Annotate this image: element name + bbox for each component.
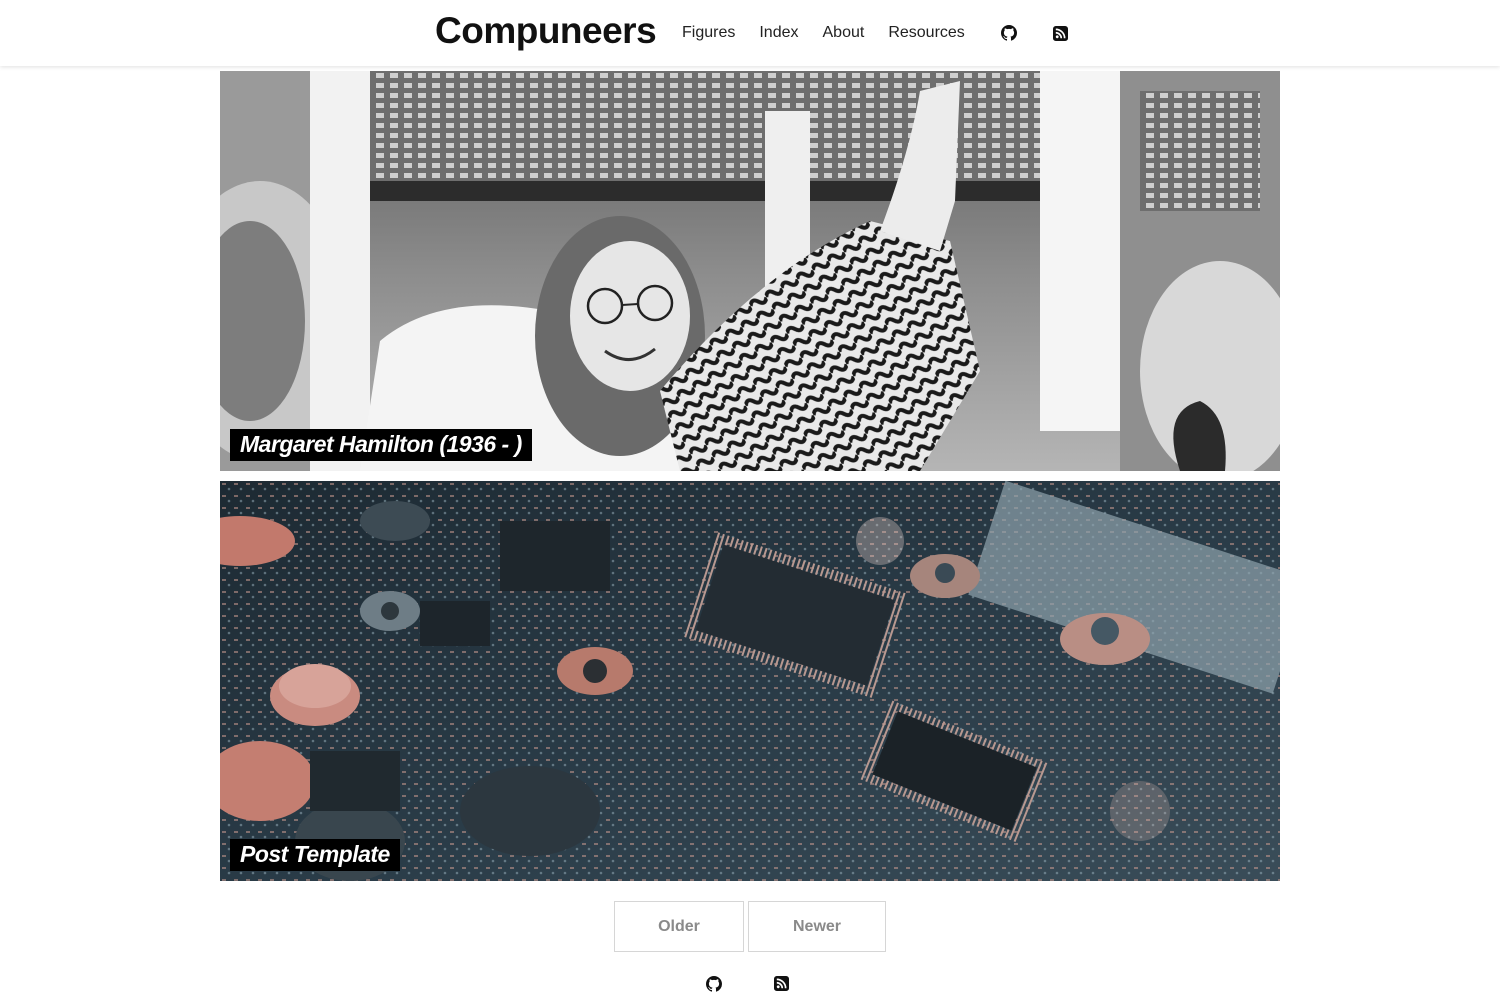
post-card[interactable]: Post Template bbox=[220, 481, 1280, 881]
main-nav: Figures Index About Resources bbox=[682, 0, 1092, 66]
site-footer bbox=[706, 976, 789, 992]
newer-button[interactable]: Newer bbox=[748, 901, 886, 952]
nav-item-resources[interactable]: Resources bbox=[888, 24, 964, 42]
post-card[interactable]: Margaret Hamilton (1936 - ) bbox=[220, 71, 1280, 471]
older-button[interactable]: Older bbox=[614, 901, 744, 952]
rss-icon[interactable] bbox=[1052, 25, 1068, 41]
github-icon[interactable] bbox=[706, 976, 722, 992]
nav-item-about[interactable]: About bbox=[823, 24, 865, 42]
rss-icon[interactable] bbox=[774, 976, 789, 992]
github-icon[interactable] bbox=[1000, 25, 1017, 41]
post-image bbox=[220, 71, 1280, 471]
site-logo[interactable]: Compuneers bbox=[435, 10, 657, 52]
site-header: Compuneers Figures Index About Resources bbox=[0, 0, 1500, 66]
post-title[interactable]: Margaret Hamilton (1936 - ) bbox=[230, 429, 532, 461]
post-title[interactable]: Post Template bbox=[230, 839, 400, 871]
post-image bbox=[220, 481, 1280, 881]
nav-item-figures[interactable]: Figures bbox=[682, 24, 735, 42]
pagination: Older Newer bbox=[614, 901, 886, 952]
nav-item-index[interactable]: Index bbox=[759, 24, 798, 42]
